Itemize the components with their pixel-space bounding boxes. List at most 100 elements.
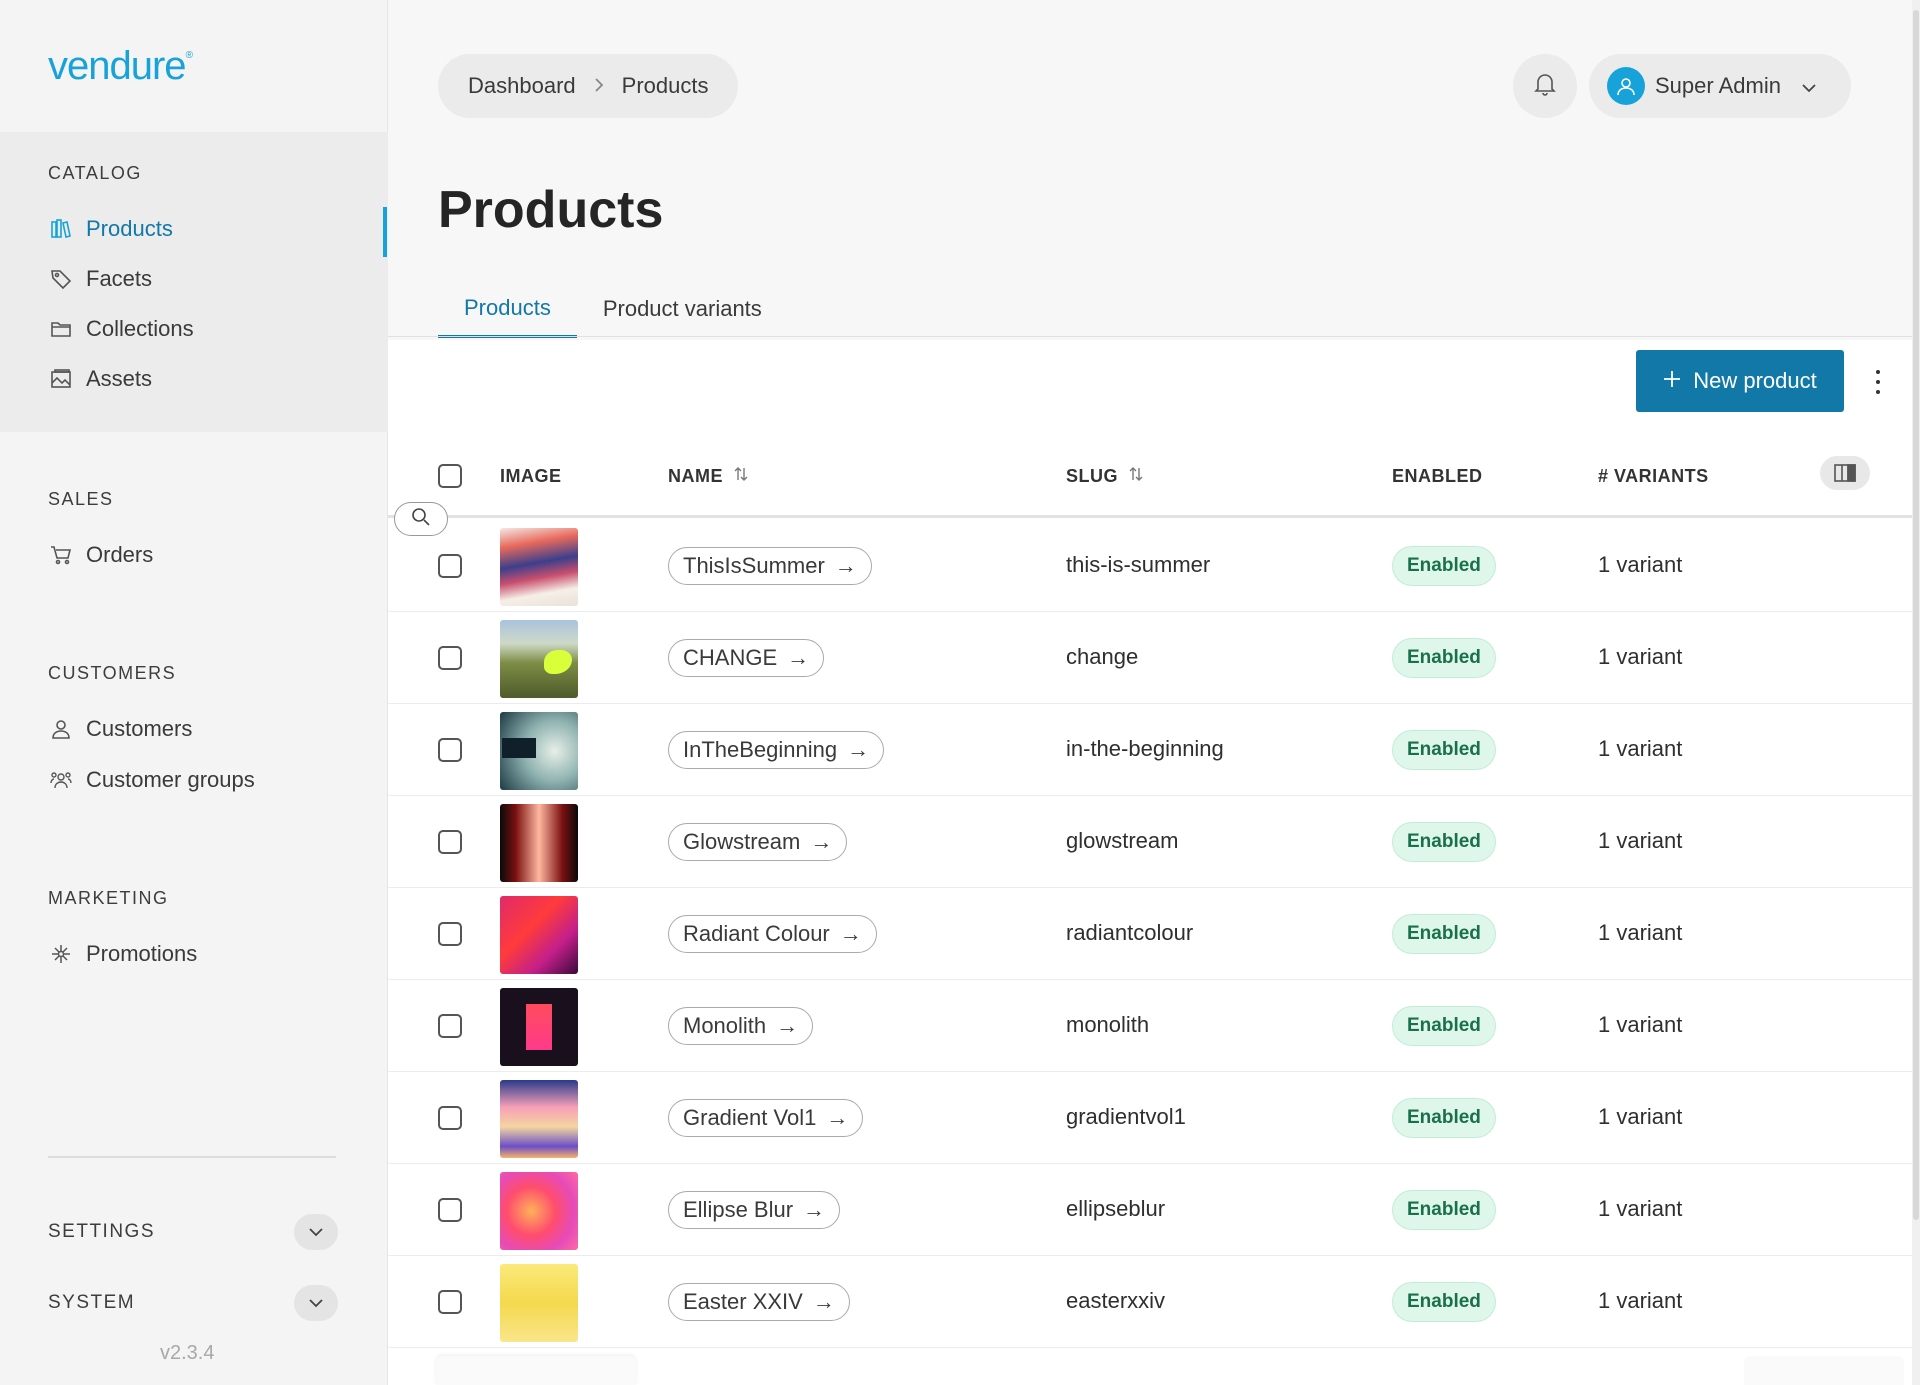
product-name-link[interactable]: Ellipse Blur → (668, 1191, 841, 1229)
status-badge: Enabled (1392, 546, 1496, 586)
settings-label: SETTINGS (48, 1221, 156, 1242)
variant-count: 1 variant (1598, 1288, 1683, 1313)
pagination-controls[interactable] (1744, 1356, 1904, 1385)
folder-icon (48, 317, 74, 341)
notifications-button[interactable] (1513, 54, 1577, 118)
columns-icon[interactable] (1820, 456, 1870, 490)
product-name-link[interactable]: InTheBeginning → (668, 731, 885, 769)
sidebar-item-label: Customers (86, 716, 193, 741)
status-badge: Enabled (1392, 1190, 1496, 1230)
row-checkbox[interactable] (438, 830, 462, 854)
sidebar-item-collections[interactable]: Collections (48, 311, 368, 347)
product-thumbnail (500, 528, 578, 606)
row-checkbox[interactable] (438, 1290, 462, 1314)
sidebar-item-orders[interactable]: Orders (48, 537, 368, 573)
user-menu-button[interactable]: Super Admin (1589, 54, 1851, 118)
sort-icon[interactable] (733, 466, 749, 487)
product-thumbnail (500, 712, 578, 790)
variant-count: 1 variant (1598, 828, 1683, 853)
image-icon (48, 367, 74, 391)
column-header-name[interactable]: NAME (668, 466, 749, 487)
new-product-label: New product (1693, 368, 1817, 393)
table-row[interactable]: Glowstream → glowstream Enabled 1 variant (388, 796, 1912, 888)
table-row[interactable]: Ellipse Blur → ellipseblur Enabled 1 vari… (388, 1164, 1912, 1256)
sidebar-item-promotions[interactable]: Promotions (48, 936, 368, 972)
sidebar-item-facets[interactable]: Facets (48, 261, 368, 297)
vendure-logo[interactable]: vendure® (48, 44, 193, 89)
arrow-right-icon: → (787, 645, 810, 670)
table-row[interactable]: CHANGE → change Enabled 1 variant (388, 612, 1912, 704)
sort-icon[interactable] (1128, 466, 1144, 487)
variant-count: 1 variant (1598, 920, 1683, 945)
table-row[interactable]: InTheBeginning → in-the-beginning Enabled… (388, 704, 1912, 796)
tab-product-variants[interactable]: Product variants (577, 280, 788, 338)
product-name-link[interactable]: ThisIsSummer → (668, 547, 872, 585)
section-title-sales: SALES (48, 489, 114, 509)
product-name-link[interactable]: Easter XXIV → (668, 1283, 850, 1321)
arrow-right-icon: → (839, 921, 862, 946)
more-options-icon[interactable] (1866, 366, 1890, 398)
table-row[interactable]: Radiant Colour → radiantcolour Enabled 1 … (388, 888, 1912, 980)
scrollbar[interactable] (1912, 0, 1920, 1385)
sidebar-item-assets[interactable]: Assets (48, 361, 368, 397)
sidebar-item-label: Orders (86, 542, 154, 567)
table-row[interactable]: Easter XXIV → easterxxiv Enabled 1 varian… (388, 1256, 1912, 1348)
sidebar-item-label: Products (86, 216, 173, 241)
sidebar-item-products[interactable]: Products (48, 211, 368, 247)
user-icon (48, 717, 74, 741)
sidebar-item-customer-groups[interactable]: Customer groups (48, 762, 368, 798)
product-name-link[interactable]: Glowstream → (668, 823, 848, 861)
product-slug: in-the-beginning (1066, 736, 1224, 761)
row-checkbox[interactable] (438, 554, 462, 578)
table-header: IMAGE NAME SLUG ENABLED # VARIANTS (388, 448, 1912, 518)
page-title: Products (438, 181, 664, 239)
arrow-right-icon: → (810, 829, 833, 854)
breadcrumb-products[interactable]: Products (622, 73, 709, 99)
status-badge: Enabled (1392, 1006, 1496, 1046)
tabs-divider (388, 336, 1912, 337)
table-row[interactable]: ThisIsSummer → this-is-summer Enabled 1 v… (388, 520, 1912, 612)
product-name-link[interactable]: Monolith → (668, 1007, 814, 1045)
user-name: Super Admin (1655, 73, 1781, 98)
row-checkbox[interactable] (438, 922, 462, 946)
select-all-checkbox[interactable] (438, 464, 462, 488)
product-thumbnail (500, 988, 578, 1066)
settings-toggle[interactable]: SETTINGS (48, 1210, 338, 1254)
product-thumbnail (500, 896, 578, 974)
breadcrumb-dashboard[interactable]: Dashboard (468, 73, 576, 99)
chevron-down-icon[interactable] (294, 1285, 338, 1321)
product-thumbnail (500, 804, 578, 882)
tab-products[interactable]: Products (438, 280, 577, 338)
section-title-customers: CUSTOMERS (48, 663, 177, 683)
gift-icon (48, 942, 74, 966)
row-checkbox[interactable] (438, 1106, 462, 1130)
variant-count: 1 variant (1598, 552, 1683, 577)
status-badge: Enabled (1392, 1282, 1496, 1322)
product-slug: gradientvol1 (1066, 1104, 1186, 1129)
column-header-slug[interactable]: SLUG (1066, 466, 1144, 487)
table-row[interactable]: Monolith → monolith Enabled 1 variant (388, 980, 1912, 1072)
product-slug: ellipseblur (1066, 1196, 1166, 1221)
row-checkbox[interactable] (438, 1198, 462, 1222)
status-badge: Enabled (1392, 1098, 1496, 1138)
new-product-button[interactable]: New product (1636, 350, 1844, 412)
product-thumbnail (500, 1172, 578, 1250)
sidebar-item-customers[interactable]: Customers (48, 711, 368, 747)
variant-count: 1 variant (1598, 1104, 1683, 1129)
product-slug: glowstream (1066, 828, 1179, 853)
row-checkbox[interactable] (438, 738, 462, 762)
product-name-link[interactable]: CHANGE → (668, 639, 825, 677)
table-row[interactable]: Gradient Vol1 → gradientvol1 Enabled 1 va… (388, 1072, 1912, 1164)
arrow-right-icon: → (776, 1013, 799, 1038)
row-checkbox[interactable] (438, 1014, 462, 1038)
product-name-link[interactable]: Gradient Vol1 → (668, 1099, 864, 1137)
system-toggle[interactable]: SYSTEM (48, 1281, 338, 1325)
column-header-image: IMAGE (500, 466, 562, 486)
product-name-link[interactable]: Radiant Colour → (668, 915, 877, 953)
book-icon (48, 217, 74, 241)
variant-count: 1 variant (1598, 644, 1683, 669)
pagination-size-selector[interactable] (436, 1356, 636, 1385)
avatar (1607, 67, 1645, 105)
row-checkbox[interactable] (438, 646, 462, 670)
chevron-down-icon[interactable] (294, 1214, 338, 1250)
